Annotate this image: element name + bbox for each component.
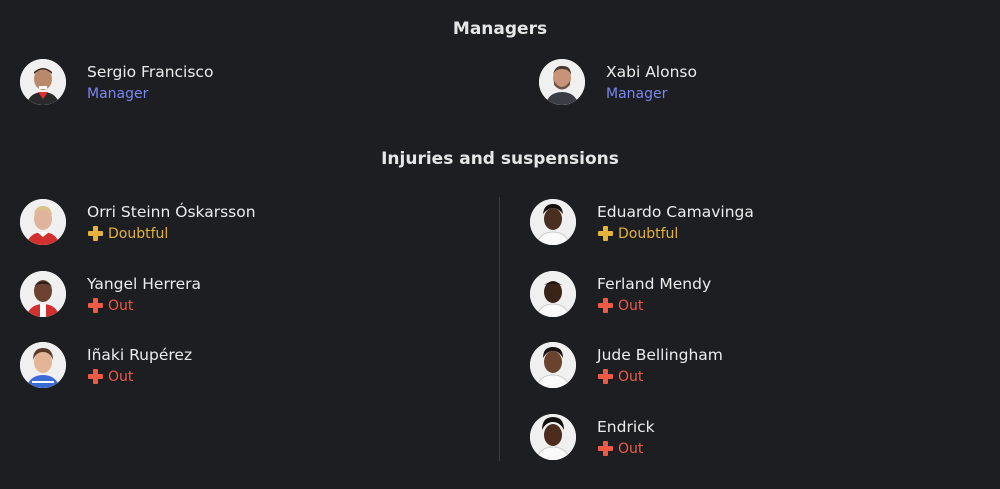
injury-home-3[interactable]: Iñaki Rupérez Out (20, 342, 192, 388)
player-name: Eduardo Camavinga (597, 202, 754, 221)
player-avatar (20, 271, 66, 317)
status-badge: Out (597, 297, 711, 315)
status-badge: Out (87, 368, 192, 386)
medical-cross-icon (597, 440, 614, 457)
manager-avatar (539, 59, 585, 105)
player-name: Orri Steinn Óskarsson (87, 202, 256, 221)
lineup-info-panel: Managers Sergio Francisco Manager Xabi A… (0, 0, 1000, 489)
player-name: Endrick (597, 417, 655, 436)
status-label: Out (618, 297, 644, 314)
manager-role: Manager (87, 85, 149, 102)
status-label: Doubtful (108, 225, 169, 242)
injury-away-2[interactable]: Ferland Mendy Out (530, 271, 711, 317)
manager-name: Xabi Alonso (606, 62, 697, 81)
status-label: Out (618, 440, 644, 457)
status-badge: Out (597, 368, 723, 386)
player-name: Jude Bellingham (597, 345, 723, 364)
injury-away-1[interactable]: Eduardo Camavinga Doubtful (530, 199, 754, 245)
column-divider (499, 197, 500, 461)
status-label: Out (108, 368, 134, 385)
manager-home[interactable]: Sergio Francisco Manager (20, 59, 213, 105)
status-badge: Out (597, 440, 655, 458)
injury-away-3[interactable]: Jude Bellingham Out (530, 342, 723, 388)
status-label: Out (108, 297, 134, 314)
injury-home-1[interactable]: Orri Steinn Óskarsson Doubtful (20, 199, 256, 245)
status-badge: Out (87, 297, 201, 315)
player-avatar (20, 342, 66, 388)
player-avatar (530, 199, 576, 245)
player-name: Yangel Herrera (87, 274, 201, 293)
status-label: Doubtful (618, 225, 679, 242)
managers-heading: Managers (452, 19, 548, 39)
status-badge: Doubtful (597, 225, 754, 243)
medical-cross-icon (87, 225, 104, 242)
player-avatar (530, 271, 576, 317)
injuries-heading: Injuries and suspensions (381, 149, 619, 169)
player-name: Ferland Mendy (597, 274, 712, 293)
medical-cross-icon (597, 225, 614, 242)
player-avatar (530, 342, 576, 388)
medical-cross-icon (87, 297, 104, 314)
injury-home-2[interactable]: Yangel Herrera Out (20, 271, 201, 317)
injury-away-4[interactable]: Endrick Out (530, 414, 655, 460)
status-label: Out (618, 368, 644, 385)
medical-cross-icon (597, 297, 614, 314)
player-avatar (530, 414, 576, 460)
player-avatar (20, 199, 66, 245)
manager-avatar (20, 59, 66, 105)
medical-cross-icon (87, 368, 104, 385)
medical-cross-icon (597, 368, 614, 385)
manager-name: Sergio Francisco (87, 62, 214, 81)
manager-role: Manager (606, 85, 668, 102)
player-name: Iñaki Rupérez (87, 345, 193, 364)
status-badge: Doubtful (87, 225, 256, 243)
manager-away[interactable]: Xabi Alonso Manager (539, 59, 697, 105)
